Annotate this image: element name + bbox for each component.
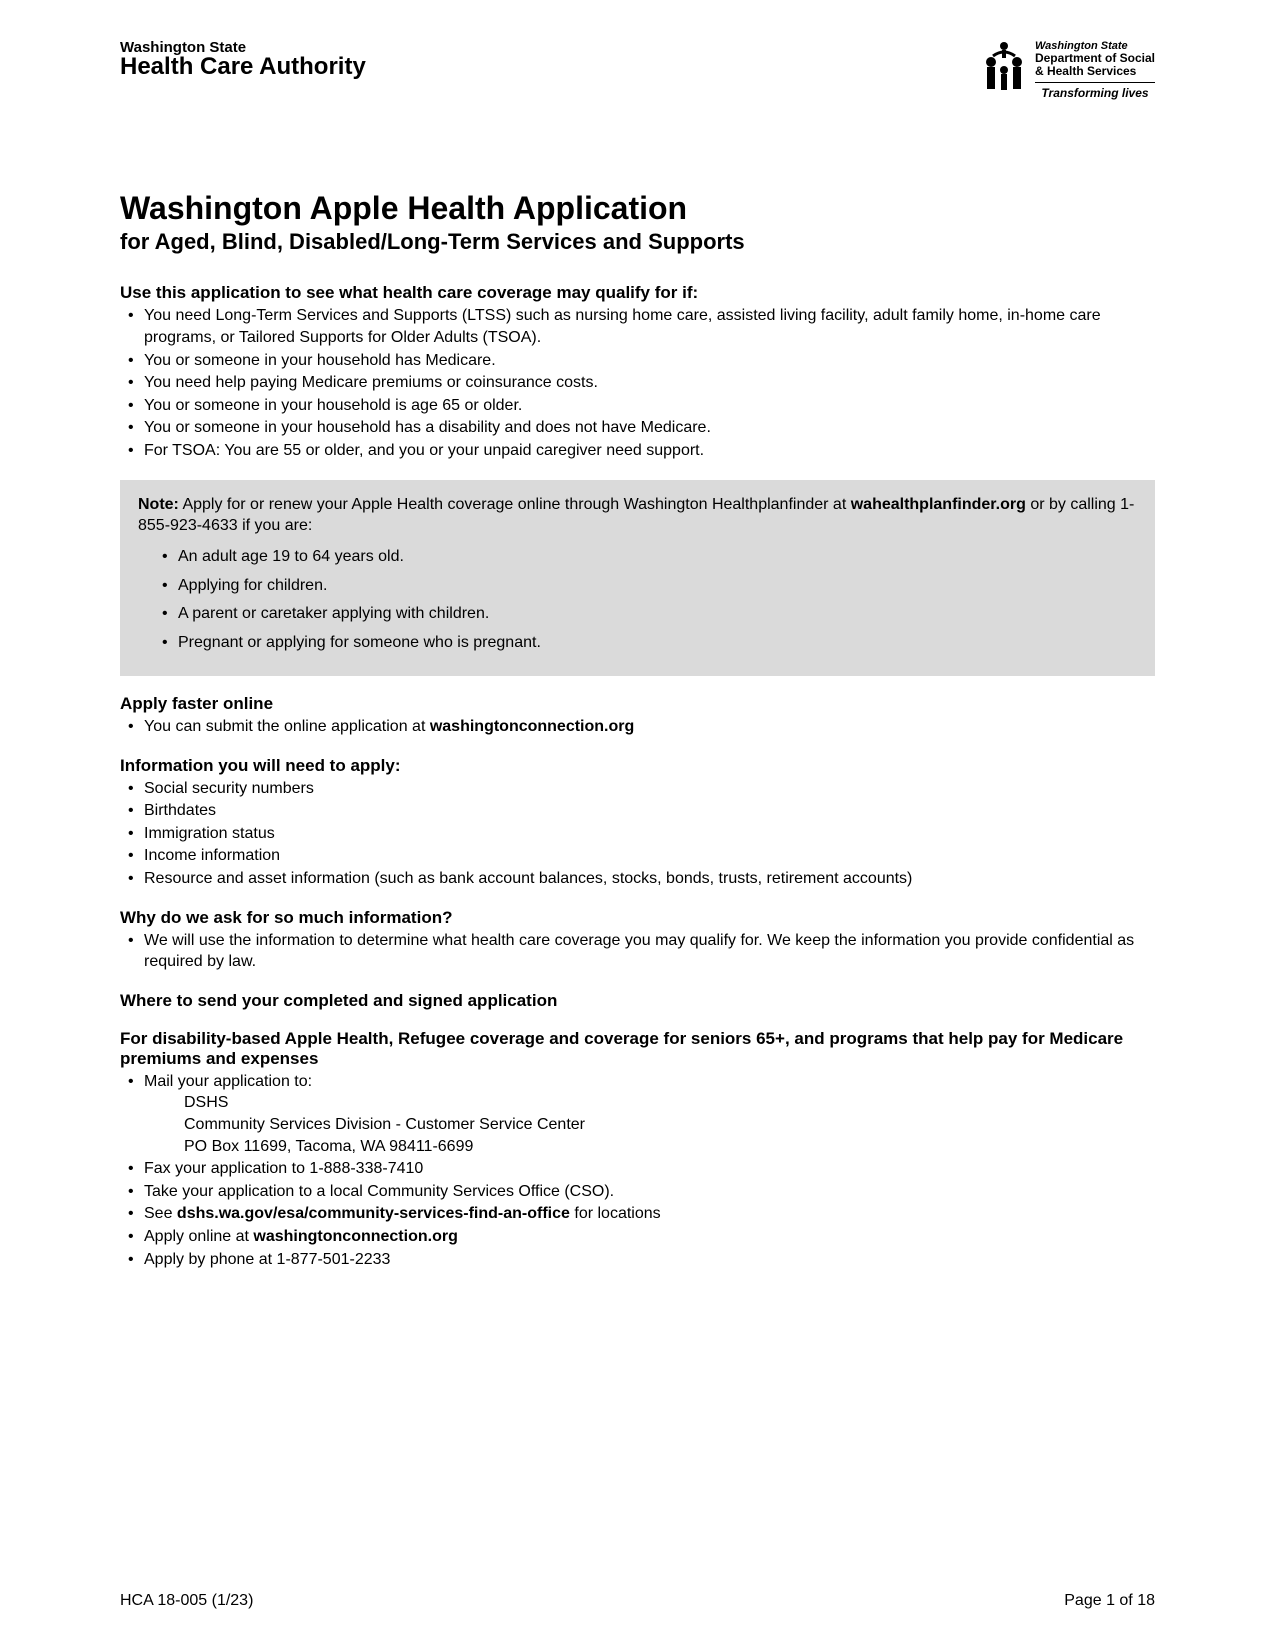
dshs-family-icon (981, 40, 1027, 92)
page-footer: HCA 18-005 (1/23) Page 1 of 18 (120, 1592, 1155, 1610)
list-item: You can submit the online application at… (144, 716, 1155, 738)
note-label: Note: (138, 496, 179, 513)
list-item: You or someone in your household has a d… (144, 417, 1155, 439)
use-list: You need Long-Term Services and Supports… (120, 305, 1155, 461)
disability-heading: For disability-based Apple Health, Refug… (120, 1029, 1155, 1069)
list-item: Take your application to a local Communi… (144, 1181, 1155, 1203)
hca-logo-line2: Health Care Authority (120, 55, 366, 79)
list-item: Resource and asset information (such as … (144, 868, 1155, 890)
see-link: dshs.wa.gov/esa/community-services-find-… (177, 1205, 570, 1222)
see-prefix: See (144, 1205, 177, 1222)
addr-line: DSHS (184, 1092, 1155, 1114)
list-item: Immigration status (144, 823, 1155, 845)
mail-address: DSHS Community Services Division - Custo… (144, 1092, 1155, 1157)
page-number: Page 1 of 18 (1064, 1592, 1155, 1610)
why-section: Why do we ask for so much information? W… (120, 908, 1155, 973)
note-list: An adult age 19 to 64 years old. Applyin… (138, 547, 1137, 654)
list-item: Apply by phone at 1-877-501-2233 (144, 1249, 1155, 1271)
apply-faster-section: Apply faster online You can submit the o… (120, 694, 1155, 738)
list-item: Fax your application to 1-888-338-7410 (144, 1158, 1155, 1180)
note-lead: Note: Apply for or renew your Apple Heal… (138, 494, 1137, 537)
where-heading: Where to send your completed and signed … (120, 991, 1155, 1011)
page-header: Washington State Health Care Authority W… (120, 40, 1155, 100)
hca-logo: Washington State Health Care Authority (120, 40, 366, 79)
list-item: Income information (144, 845, 1155, 867)
disability-section: For disability-based Apple Health, Refug… (120, 1029, 1155, 1270)
addr-line: PO Box 11699, Tacoma, WA 98411-6699 (184, 1136, 1155, 1158)
list-item: Pregnant or applying for someone who is … (178, 633, 1137, 654)
list-item: You need Long-Term Services and Supports… (144, 305, 1155, 348)
page-subtitle: for Aged, Blind, Disabled/Long-Term Serv… (120, 229, 1155, 255)
dshs-logo: Washington State Department of Social & … (981, 40, 1155, 100)
online-prefix: Apply online at (144, 1228, 253, 1245)
info-needed-heading: Information you will need to apply: (120, 756, 1155, 776)
disability-list: Mail your application to: DSHS Community… (120, 1071, 1155, 1270)
apply-faster-link: washingtonconnection.org (430, 718, 634, 735)
list-item: An adult age 19 to 64 years old. (178, 547, 1137, 568)
list-item: You or someone in your household has Med… (144, 350, 1155, 372)
addr-line: Community Services Division - Customer S… (184, 1114, 1155, 1136)
use-heading: Use this application to see what health … (120, 283, 1155, 303)
info-needed-section: Information you will need to apply: Soci… (120, 756, 1155, 890)
list-item: You or someone in your household is age … (144, 395, 1155, 417)
list-item: Birthdates (144, 800, 1155, 822)
apply-faster-text: You can submit the online application at (144, 718, 430, 735)
note-box: Note: Apply for or renew your Apple Heal… (120, 480, 1155, 676)
why-heading: Why do we ask for so much information? (120, 908, 1155, 928)
use-section: Use this application to see what health … (120, 283, 1155, 461)
apply-faster-list: You can submit the online application at… (120, 716, 1155, 738)
list-item: Apply online at washingtonconnection.org (144, 1226, 1155, 1248)
list-item: You need help paying Medicare premiums o… (144, 372, 1155, 394)
page-title: Washington Apple Health Application (120, 190, 1155, 227)
dshs-tagline: Transforming lives (1035, 82, 1155, 100)
note-text1: Apply for or renew your Apple Health cov… (182, 496, 850, 513)
hca-logo-text: Health Care Authority (120, 55, 366, 79)
apply-faster-heading: Apply faster online (120, 694, 1155, 714)
list-item: See dshs.wa.gov/esa/community-services-f… (144, 1203, 1155, 1225)
list-item: For TSOA: You are 55 or older, and you o… (144, 440, 1155, 462)
list-item: We will use the information to determine… (144, 930, 1155, 973)
info-needed-list: Social security numbers Birthdates Immig… (120, 778, 1155, 890)
note-link: wahealthplanfinder.org (851, 496, 1026, 513)
mail-intro: Mail your application to: (144, 1073, 312, 1090)
why-list: We will use the information to determine… (120, 930, 1155, 973)
form-id: HCA 18-005 (1/23) (120, 1592, 253, 1610)
online-link: washingtonconnection.org (253, 1228, 457, 1245)
dshs-logo-text: Washington State Department of Social & … (1035, 40, 1155, 100)
dshs-dept-line2: & Health Services (1035, 65, 1155, 78)
list-item: Social security numbers (144, 778, 1155, 800)
list-item: A parent or caretaker applying with chil… (178, 604, 1137, 625)
list-item: Applying for children. (178, 576, 1137, 597)
see-suffix: for locations (570, 1205, 661, 1222)
mail-item: Mail your application to: DSHS Community… (144, 1071, 1155, 1157)
